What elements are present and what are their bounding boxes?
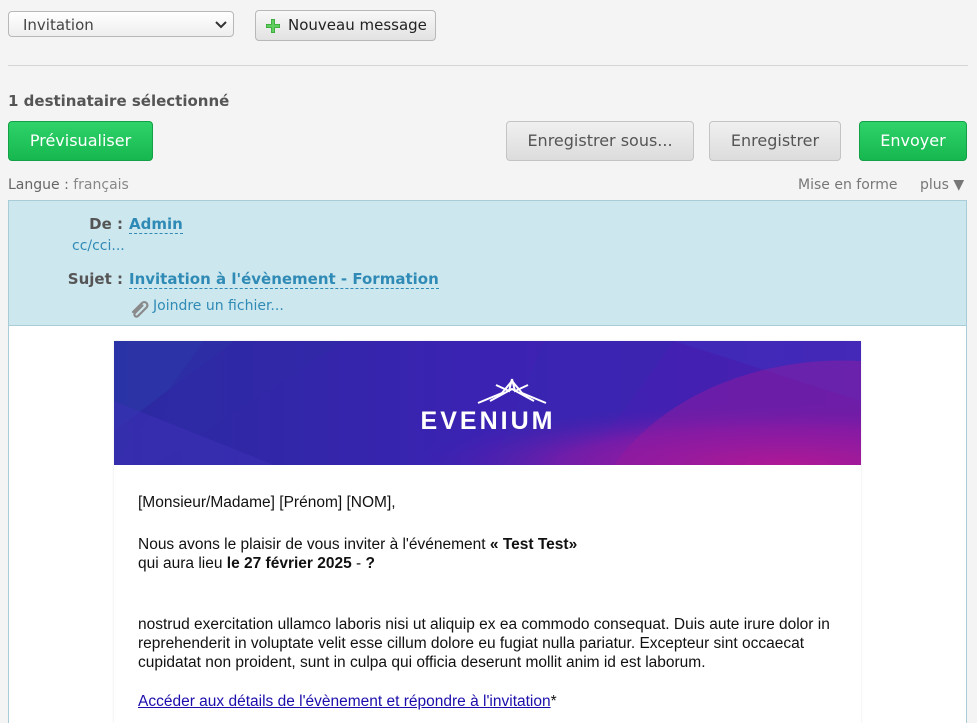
plus-icon (266, 19, 280, 33)
layout-link[interactable]: Mise en forme (798, 177, 898, 193)
new-message-button[interactable]: Nouveau message (255, 10, 436, 41)
email-preview: EVENIUM [Monsieur/Madame] [Prénom] [NOM]… (114, 341, 861, 723)
top-toolbar: Invitation Nouveau message (8, 10, 968, 41)
greeting: [Monsieur/Madame] [Prénom] [NOM], (138, 494, 396, 511)
template-select-value: Invitation (23, 16, 94, 34)
subject-label: Sujet : (67, 270, 123, 288)
language-label: Langue : (8, 177, 69, 193)
preview-button[interactable]: Prévisualiser (8, 121, 153, 161)
event-details-link[interactable]: Accéder aux détails de l'évènement et ré… (138, 693, 551, 710)
save-button[interactable]: Enregistrer (709, 121, 841, 161)
evenium-brand: EVENIUM (421, 407, 556, 435)
recipients-count: 1 destinataire sélectionné (8, 92, 230, 110)
invite-line: Nous avons le plaisir de vous inviter à … (138, 536, 578, 553)
message-header: De : Admin cc/cci... Sujet : Invitation … (8, 200, 967, 326)
body-paragraph: nostrud exercitation ullamco laboris nis… (138, 616, 830, 671)
email-body[interactable]: [Monsieur/Madame] [Prénom] [NOM], Nous a… (138, 493, 838, 711)
subject-value[interactable]: Invitation à l'évènement - Formation (129, 270, 439, 289)
paperclip-icon (131, 300, 149, 318)
send-button[interactable]: Envoyer (859, 121, 967, 161)
date-line: qui aura lieu le 27 février 2025 - ? (138, 555, 375, 572)
template-select[interactable]: Invitation (8, 11, 234, 37)
language-select[interactable]: français (73, 177, 129, 193)
language-row: Langue : français (8, 177, 129, 193)
save-as-button[interactable]: Enregistrer sous... (506, 121, 694, 161)
from-value[interactable]: Admin (129, 215, 183, 234)
event-link-line: Accéder aux détails de l'évènement et ré… (138, 693, 557, 710)
chevron-down-icon (215, 21, 227, 29)
event-date: le 27 février 2025 (226, 555, 352, 572)
event-name: « Test Test» (489, 536, 578, 553)
more-dropdown[interactable]: plus ▼ (920, 177, 964, 193)
new-message-label: Nouveau message (288, 16, 427, 34)
evenium-banner: EVENIUM (114, 341, 861, 465)
cc-bcc-link[interactable]: cc/cci... (72, 238, 125, 254)
from-label: De : (89, 215, 123, 233)
email-editor[interactable]: EVENIUM [Monsieur/Madame] [Prénom] [NOM]… (8, 326, 967, 723)
divider (8, 65, 968, 66)
attach-file-label: Joindre un fichier... (153, 298, 284, 314)
